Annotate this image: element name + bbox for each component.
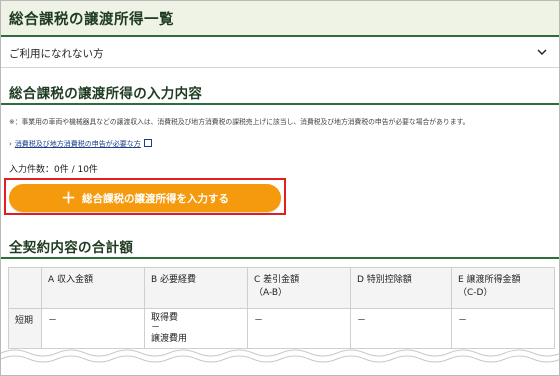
input-section-title: 総合課税の譲渡所得の入力内容 [9,86,203,102]
chevron-right-icon: › [9,140,12,148]
page-title: 総合課税の譲渡所得一覧 [9,12,174,28]
table-header-cell: C 差引金額 （A-B） [247,267,351,309]
consumption-tax-link-label: 消費税及び地方消費税の申告が必要な方 [14,140,141,148]
consumption-tax-note: ※：事業用の車両や機械器具などの譲渡収入は、消費税及び地方消費税の課税売上げに該… [9,118,470,126]
add-capital-gains-button[interactable]: ＋ 総合課税の譲渡所得を入力する [9,184,281,212]
external-link-icon [143,139,152,147]
page-frame: 総合課税の譲渡所得一覧 ご利用になれない方 総合課税の譲渡所得の入力内容 ※：事… [0,0,560,376]
table-cell: － [451,307,555,350]
page-header: 総合課税の譲渡所得一覧 [1,1,559,37]
unavailable-users-accordion[interactable]: ご利用になれない方 [1,39,559,68]
add-button-label: 総合課税の譲渡所得を入力する [82,192,229,205]
table-cell: － [350,307,452,350]
chevron-down-icon [537,49,547,55]
table-cell: － [247,307,351,350]
totals-section-title: 全契約内容の合計額 [9,240,134,256]
plus-icon: ＋ [60,189,76,207]
page-cut-wave [1,349,559,375]
table-header-cell [8,267,42,309]
table-header-cell: A 収入金額 [41,267,145,309]
table-cell: 取得費 － 譲渡費用 [144,307,248,350]
table-header-row: A 収入金額 B 必要経費 C 差引金額 （A-B） D 特別控除額 E 譲渡所… [8,267,555,309]
table-header-cell: B 必要経費 [144,267,248,309]
table-header-cell: E 譲渡所得金額 （C-D） [451,267,555,309]
table-row: 短期 － 取得費 － 譲渡費用 － － － [8,307,555,350]
table-header-cell: D 特別控除額 [350,267,452,309]
consumption-tax-link[interactable]: › 消費税及び地方消費税の申告が必要な方 [9,138,152,149]
totals-section-header: 全契約内容の合計額 [1,233,559,259]
input-count: 入力件数：0件 / 10件 [9,165,98,175]
totals-table: A 収入金額 B 必要経費 C 差引金額 （A-B） D 特別控除額 E 譲渡所… [8,267,555,350]
table-cell: － [41,307,145,350]
input-section-header: 総合課税の譲渡所得の入力内容 [1,77,559,105]
accordion-label: ご利用になれない方 [9,48,104,60]
row-label: 短期 [8,307,42,350]
